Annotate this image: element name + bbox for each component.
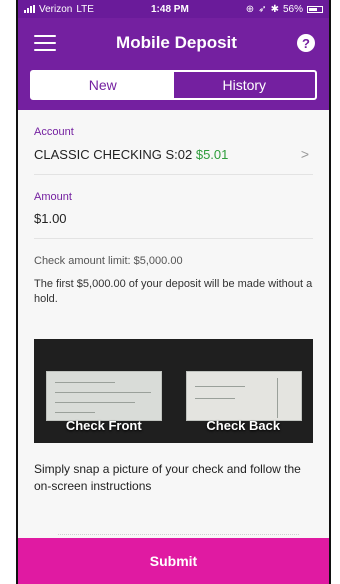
network-type: LTE bbox=[76, 3, 94, 15]
tab-history[interactable]: History bbox=[174, 72, 316, 98]
app-header: Mobile Deposit ? New History bbox=[18, 18, 329, 110]
account-label: Account bbox=[34, 126, 74, 138]
carrier-name: Verizon bbox=[39, 3, 73, 15]
account-selector[interactable]: CLASSIC CHECKING S:02 $5.01 > bbox=[34, 138, 313, 175]
menu-icon[interactable] bbox=[34, 35, 56, 51]
submit-button[interactable]: Submit bbox=[18, 538, 329, 584]
status-bar: Verizon LTE 1:48 PM ⊕ ➶ ✱ 56% bbox=[18, 0, 329, 18]
tab-new[interactable]: New bbox=[32, 72, 174, 98]
account-balance: $5.01 bbox=[195, 146, 229, 162]
battery-percent: 56% bbox=[282, 3, 303, 15]
account-name: CLASSIC CHECKING S:02 bbox=[34, 146, 193, 162]
instructions-text: Simply snap a picture of your check and … bbox=[34, 462, 301, 493]
check-front-label: Check Front bbox=[65, 418, 142, 433]
deposit-form: Account CLASSIC CHECKING S:02 $5.01 > Am… bbox=[18, 126, 329, 495]
location-icon: ➶ bbox=[258, 3, 267, 15]
signal-icon bbox=[24, 5, 35, 13]
check-images: Check Front Check Back bbox=[34, 339, 313, 443]
check-back-image bbox=[185, 371, 302, 421]
amount-field[interactable]: $1.00 bbox=[34, 203, 313, 239]
chevron-right-icon: > bbox=[300, 146, 309, 162]
amount-value: $1.00 bbox=[34, 211, 67, 226]
alarm-icon: ⊕ bbox=[245, 3, 255, 15]
check-back-label: Check Back bbox=[206, 418, 281, 433]
limit-note: Check amount limit: $5,000.00 bbox=[34, 255, 183, 267]
hold-note: The first $5,000.00 of your deposit will… bbox=[34, 278, 313, 305]
check-front-image bbox=[46, 371, 162, 421]
phone-screen: Verizon LTE 1:48 PM ⊕ ➶ ✱ 56% Mobile Dep… bbox=[16, 0, 331, 584]
page-title: Mobile Deposit bbox=[116, 33, 237, 52]
status-time: 1:48 PM bbox=[150, 3, 189, 15]
battery-icon bbox=[306, 5, 323, 13]
help-icon[interactable]: ? bbox=[297, 34, 315, 52]
deposit-tabs: New History bbox=[30, 70, 317, 100]
bluetooth-icon: ✱ bbox=[270, 3, 279, 15]
check-back-button[interactable]: Check Back bbox=[173, 339, 313, 443]
check-front-button[interactable]: Check Front bbox=[34, 339, 174, 443]
amount-label: Amount bbox=[34, 191, 72, 203]
